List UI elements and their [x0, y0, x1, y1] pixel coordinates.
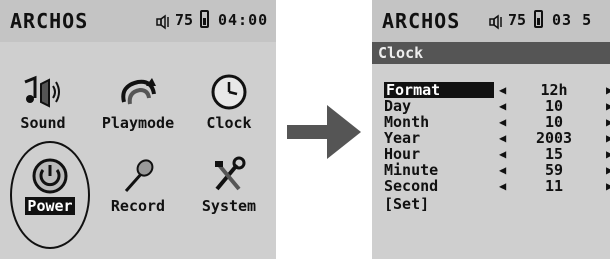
screen-title: Clock: [372, 42, 610, 64]
right-arrow-icon[interactable]: ▶: [606, 178, 610, 194]
power-icon: [32, 158, 68, 194]
volume-level: 75: [508, 11, 527, 29]
clock-settings-screen: ARCHOS 75 03 5 Clock Format ◀ 12h ▶ Day …: [372, 0, 610, 259]
left-arrow-icon[interactable]: ◀: [499, 82, 506, 98]
main-menu-screen: ARCHOS 75 04:00 Sound Playmode Clock Pow…: [0, 0, 276, 259]
setting-value: 2003: [535, 129, 573, 147]
playmode-icon: [121, 78, 156, 105]
setting-value: 15: [544, 145, 564, 163]
volume-level: 75: [175, 11, 194, 29]
right-arrow-icon[interactable]: ▶: [606, 114, 610, 130]
setting-value: 10: [544, 97, 564, 115]
setting-label: Format: [384, 82, 494, 98]
setting-label: Second: [384, 177, 439, 195]
setting-label: Minute: [384, 161, 439, 179]
app-record[interactable]: Record: [95, 155, 181, 215]
left-arrow-icon[interactable]: ◀: [499, 98, 506, 114]
clock-time: 04:00: [218, 11, 269, 29]
right-arrow-icon[interactable]: ▶: [606, 98, 610, 114]
left-arrow-icon[interactable]: ◀: [499, 146, 506, 162]
right-arrow-icon[interactable]: ▶: [606, 82, 610, 98]
left-arrow-icon[interactable]: ◀: [499, 130, 506, 146]
status-bar: ARCHOS 75 03 5: [372, 0, 610, 42]
setting-value: 10: [544, 113, 564, 131]
microphone-icon: [124, 159, 154, 192]
set-button-label: [Set]: [384, 195, 430, 213]
left-arrow-icon[interactable]: ◀: [499, 114, 506, 130]
app-power[interactable]: Power: [7, 155, 93, 215]
app-label-power: Power: [25, 197, 75, 215]
arrow-right-icon: [287, 105, 361, 159]
left-arrow-icon[interactable]: ◀: [499, 178, 506, 194]
app-label-playmode: Playmode: [101, 114, 175, 132]
brand-label: ARCHOS: [382, 9, 461, 33]
left-arrow-icon[interactable]: ◀: [499, 162, 506, 178]
app-playmode[interactable]: Playmode: [95, 72, 181, 132]
status-bar: ARCHOS 75 04:00: [0, 0, 276, 42]
clock-time: 03 5: [552, 11, 593, 29]
battery-icon: [200, 10, 209, 28]
music-speaker-icon: [24, 75, 60, 108]
setting-label: Year: [384, 129, 421, 147]
battery-icon: [534, 10, 543, 28]
app-label-record: Record: [110, 197, 166, 215]
right-arrow-icon[interactable]: ▶: [606, 130, 610, 146]
setting-label: Day: [384, 97, 412, 115]
setting-label: Month: [384, 113, 430, 131]
setting-value: 12h: [540, 81, 568, 99]
setting-value: 59: [544, 161, 564, 179]
app-sound[interactable]: Sound: [0, 72, 86, 132]
clock-icon: [211, 74, 247, 110]
tools-icon: [215, 156, 246, 191]
app-clock[interactable]: Clock: [186, 72, 272, 132]
app-system[interactable]: System: [186, 155, 272, 215]
right-arrow-icon[interactable]: ▶: [606, 146, 610, 162]
app-label-clock: Clock: [206, 114, 252, 132]
right-arrow-icon[interactable]: ▶: [606, 162, 610, 178]
setting-label: Hour: [384, 145, 421, 163]
brand-label: ARCHOS: [10, 9, 89, 33]
speaker-icon: [489, 14, 505, 34]
app-label-system: System: [201, 197, 257, 215]
speaker-icon: [156, 14, 172, 34]
setting-value: 11: [544, 177, 564, 195]
app-label-sound: Sound: [20, 114, 66, 132]
